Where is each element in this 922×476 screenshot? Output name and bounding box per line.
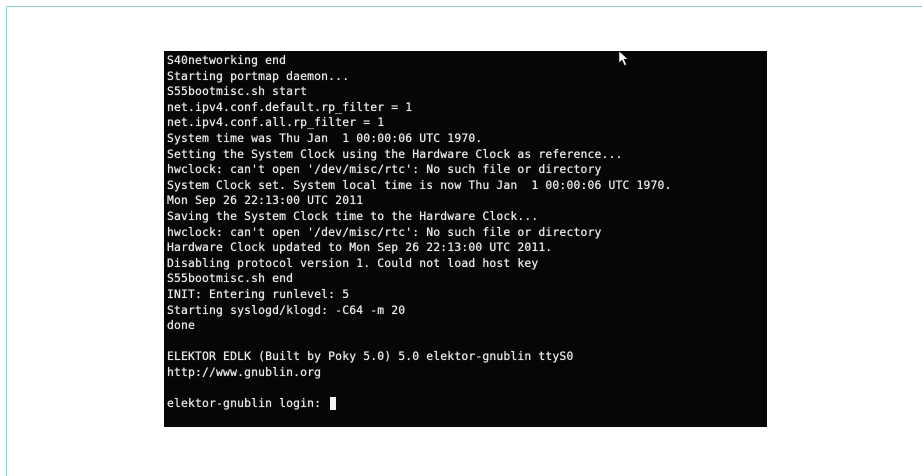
terminal-line: S40networking end [167,53,287,67]
terminal-line: done [167,318,196,333]
login-prompt: elektor-gnublin login: [167,396,329,411]
terminal-line: Starting portmap daemon... [167,68,350,83]
terminal-line: S55bootmisc.sh end [167,271,294,286]
terminal-output: S40networking end Starting portmap daemo… [167,53,672,412]
terminal-line: INIT: Entering runlevel: 5 [167,286,350,301]
terminal-line: S55bootmisc.sh start [167,84,308,99]
terminal-line: hwclock: can't open '/dev/misc/rtc': No … [167,162,602,177]
terminal-line: Hardware Clock updated to Mon Sep 26 22:… [167,240,553,255]
terminal-line: Disabling protocol version 1. Could not … [167,255,539,270]
terminal-line: ELEKTOR EDLK (Built by Poky 5.0) 5.0 ele… [167,349,574,364]
terminal-line: Saving the System Clock time to the Hard… [167,208,539,223]
login-prompt-line[interactable]: elektor-gnublin login: [167,396,672,412]
terminal-line: net.ipv4.conf.default.rp_filter = 1 [167,99,413,114]
terminal-line: Starting syslogd/klogd: -C64 -m 20 [167,302,406,317]
terminal-line: Setting the System Clock using the Hardw… [167,146,623,161]
terminal-line: Mon Sep 26 22:13:00 UTC 2011 [167,193,364,208]
terminal-line: http://www.gnublin.org [167,364,322,379]
terminal-line: System Clock set. System local time is n… [167,177,672,192]
text-cursor-icon [330,397,337,411]
terminal-screen[interactable]: S40networking end Starting portmap daemo… [164,51,767,427]
terminal-line: net.ipv4.conf.all.rp_filter = 1 [167,115,385,130]
terminal-line: System time was Thu Jan 1 00:00:06 UTC 1… [167,130,483,145]
terminal-line: hwclock: can't open '/dev/misc/rtc': No … [167,224,602,239]
